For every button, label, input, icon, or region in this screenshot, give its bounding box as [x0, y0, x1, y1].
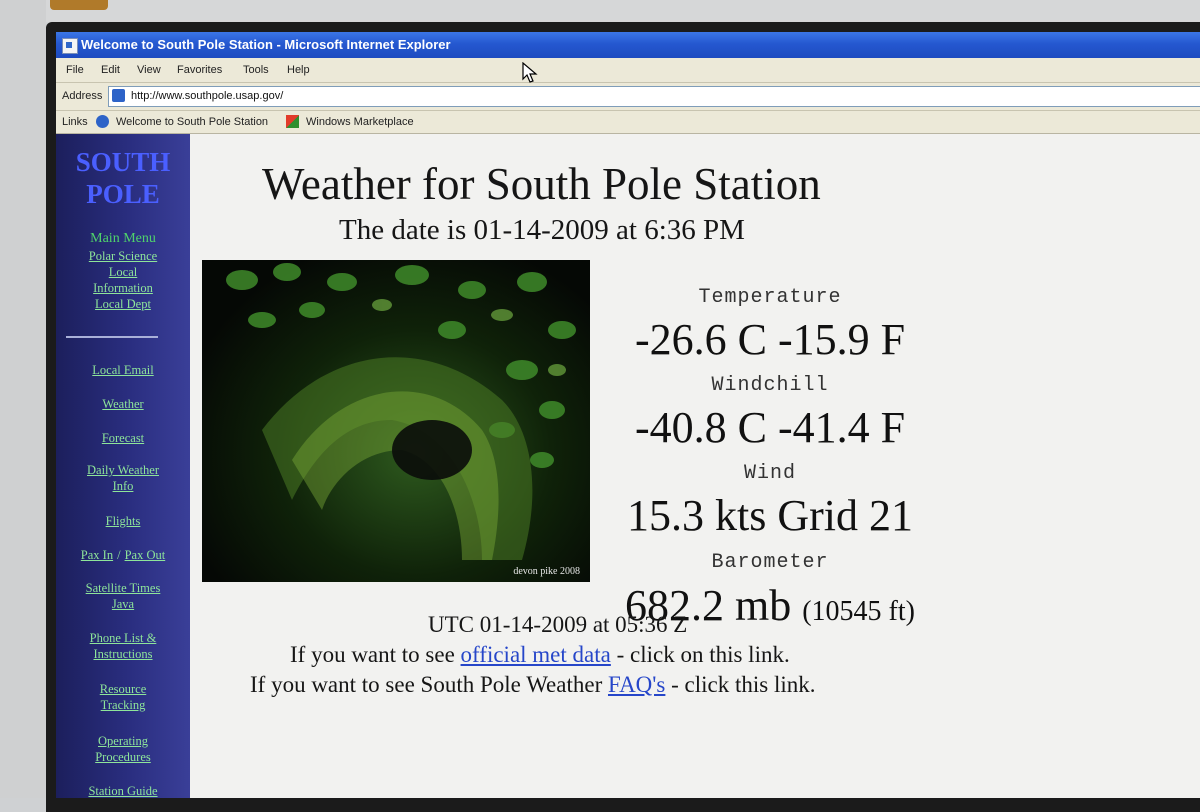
temperature-label: Temperature — [698, 286, 842, 309]
sidebar-link-procedures[interactable]: Procedures — [56, 749, 190, 765]
sidebar-divider — [66, 336, 158, 338]
menu-bar: File Edit View Favorites Tools Help — [56, 58, 1200, 83]
barometer-altitude: (10545 ft) — [802, 596, 915, 627]
sidebar-link-local[interactable]: Local — [56, 264, 190, 280]
ie-window-icon[interactable] — [62, 38, 78, 54]
link-welcome-south-pole[interactable]: Welcome to South Pole Station — [116, 116, 268, 128]
sidebar-link-daily-weather[interactable]: Daily Weather — [56, 462, 190, 478]
windchill-label: Windchill — [711, 374, 829, 397]
sidebar-link-local-dept[interactable]: Local Dept — [56, 296, 190, 312]
sidebar-link-operating[interactable]: Operating — [56, 733, 190, 749]
title-bar[interactable]: Welcome to South Pole Station - Microsof… — [56, 32, 1200, 58]
sidebar-link-polar-science[interactable]: Polar Science — [56, 248, 190, 264]
sidebar-link-resource[interactable]: Resource — [56, 681, 190, 697]
windchill-value: -40.8 C -41.4 F — [634, 403, 906, 452]
sidebar-link-daily-weather-info[interactable]: Info — [56, 478, 190, 494]
moss-photo: devon pike 2008 — [202, 260, 590, 582]
main-menu-heading: Main Menu — [90, 231, 156, 246]
menu-tools[interactable]: Tools — [243, 64, 269, 76]
menu-edit[interactable]: Edit — [101, 64, 120, 76]
faq-link[interactable]: FAQ's — [608, 672, 665, 697]
links-bar: Links Welcome to South Pole Station Wind… — [56, 111, 1200, 134]
utc-line: UTC 01-14-2009 at 05:36 Z — [428, 612, 688, 637]
brand-line-1: SOUTH — [75, 147, 171, 177]
met-data-line: If you want to see official met data - c… — [290, 642, 790, 668]
address-input[interactable]: http://www.southpole.usap.gov/ — [108, 86, 1200, 107]
sidebar-link-flights[interactable]: Flights — [56, 513, 190, 529]
wind-value: 15.3 kts Grid 21 — [627, 491, 913, 540]
temperature-value: -26.6 C -15.9 F — [634, 315, 906, 364]
page-title: Weather for South Pole Station — [262, 159, 821, 209]
sidebar-link-pax-in[interactable]: Pax In — [81, 548, 113, 562]
sidebar-link-weather[interactable]: Weather — [56, 396, 190, 412]
menu-help[interactable]: Help — [287, 64, 310, 76]
sidebar-brand: SOUTH POLE — [56, 146, 190, 210]
moss-photo-art — [226, 263, 576, 560]
browser-window: Welcome to South Pole Station - Microsof… — [56, 32, 1200, 798]
sidebar-link-forecast[interactable]: Forecast — [56, 430, 190, 446]
mouse-cursor-icon — [522, 62, 538, 83]
sidebar-link-java[interactable]: Java — [56, 596, 190, 612]
desk-background-left — [0, 0, 46, 798]
sidebar-link-instructions[interactable]: Instructions — [56, 646, 190, 662]
brand-line-2: POLE — [86, 179, 160, 209]
sidebar-pax-row: Pax In / Pax Out — [56, 546, 190, 564]
menu-file[interactable]: File — [66, 64, 84, 76]
links-label: Links — [62, 116, 88, 128]
windows-flag-icon — [286, 115, 299, 128]
ie-page-icon — [96, 115, 109, 128]
date-line: The date is 01-14-2009 at 6:36 PM — [339, 214, 745, 246]
window-title: Welcome to South Pole Station - Microsof… — [81, 37, 451, 52]
desk-background — [0, 0, 1200, 22]
object-on-monitor — [50, 0, 108, 10]
wind-label: Wind — [743, 462, 796, 485]
faq-prefix: If you want to see South Pole Weather — [250, 672, 608, 697]
sidebar-link-satellite-times[interactable]: Satellite Times — [56, 580, 190, 596]
sidebar: SOUTH POLE Main Menu Polar Science Local… — [56, 134, 190, 798]
met-suffix: - click on this link. — [610, 642, 790, 667]
link-windows-marketplace[interactable]: Windows Marketplace — [306, 116, 414, 128]
faq-line: If you want to see South Pole Weather FA… — [250, 672, 816, 698]
sidebar-link-phone-list[interactable]: Phone List & — [56, 630, 190, 646]
sidebar-link-station-guide[interactable]: Station Guide — [56, 783, 190, 798]
page-icon — [112, 89, 125, 102]
sidebar-link-information[interactable]: Information — [56, 280, 190, 296]
address-label: Address — [62, 90, 103, 102]
official-met-data-link[interactable]: official met data — [461, 642, 611, 667]
sidebar-link-tracking[interactable]: Tracking — [56, 697, 190, 713]
address-bar: Address http://www.southpole.usap.gov/ — [56, 83, 1200, 111]
sidebar-link-local-email[interactable]: Local Email — [56, 362, 190, 378]
pax-separator: / — [117, 548, 121, 562]
menu-view[interactable]: View — [137, 64, 161, 76]
main-content: Weather for South Pole Station The date … — [190, 134, 1200, 798]
menu-favorites[interactable]: Favorites — [177, 64, 222, 76]
address-url: http://www.southpole.usap.gov/ — [131, 90, 284, 102]
faq-suffix: - click this link. — [665, 672, 816, 697]
met-prefix: If you want to see — [290, 642, 461, 667]
barometer-label: Barometer — [711, 551, 829, 574]
sidebar-link-pax-out[interactable]: Pax Out — [125, 548, 166, 562]
photo-credit: devon pike 2008 — [513, 566, 580, 577]
